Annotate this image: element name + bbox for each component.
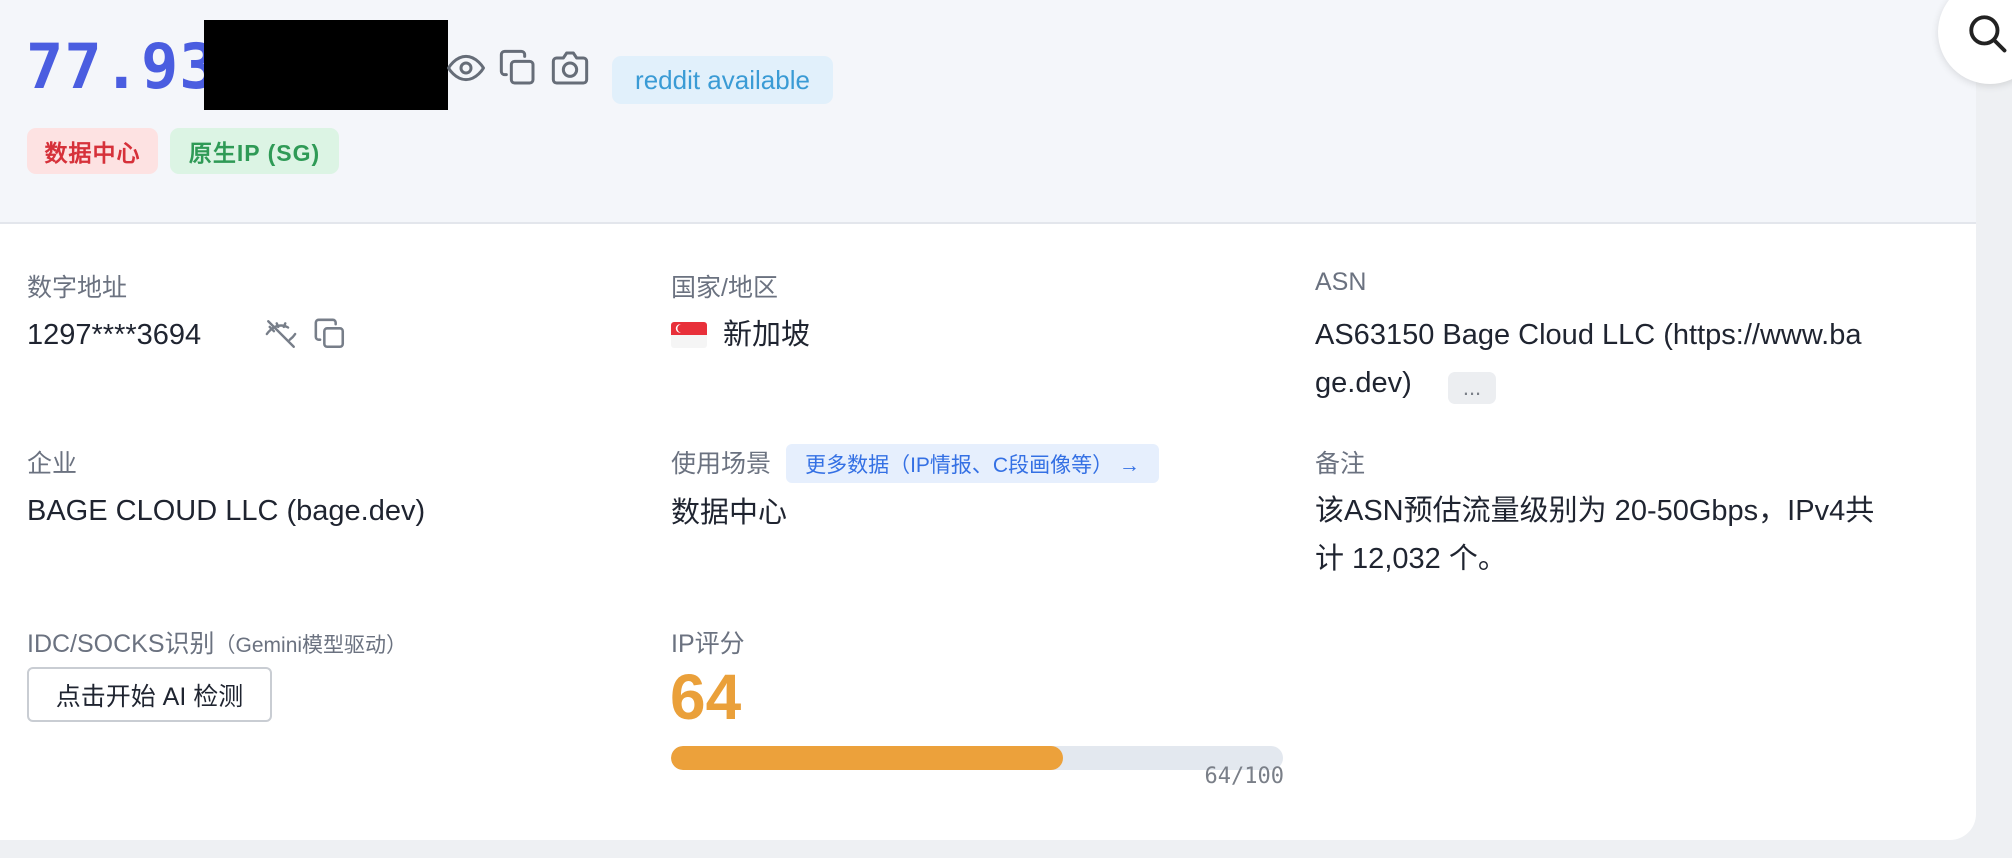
singapore-flag-icon xyxy=(671,322,707,348)
idc-label-sub: （Gemini模型驱动） xyxy=(214,634,408,657)
country-value: 新加坡 xyxy=(723,319,811,351)
card-header: 77.93 reddit available 数据中心 原生IP (SG) xyxy=(0,0,1976,224)
note-label: 备注 xyxy=(1315,450,1366,478)
search-icon xyxy=(1969,15,2007,53)
asn-value-line1: AS63150 Bage Cloud LLC (https://www.ba xyxy=(1315,319,1862,351)
asn-value-line2: ge.dev) xyxy=(1315,367,1412,399)
ip-score-value: 64 xyxy=(670,661,742,733)
copy-icon[interactable] xyxy=(498,48,538,88)
ip-score-label: IP评分 xyxy=(671,630,745,658)
note-value-line1: 该ASN预估流量级别为 20-50Gbps，IPv4共 xyxy=(1315,495,1875,527)
datacenter-tag: 数据中心 xyxy=(27,128,158,174)
company-value: BAGE CLOUD LLC (bage.dev) xyxy=(27,495,426,527)
native-ip-tag: 原生IP (SG) xyxy=(170,128,339,174)
company-label: 企业 xyxy=(27,450,78,478)
usage-value: 数据中心 xyxy=(671,497,788,529)
camera-icon[interactable] xyxy=(550,48,590,88)
score-progress-fill xyxy=(671,746,1063,770)
ip-address: 77.93 xyxy=(26,29,218,103)
usage-label: 使用场景 xyxy=(671,450,772,478)
idc-label-main: IDC/SOCKS识别 xyxy=(27,630,215,658)
asn-more-button[interactable]: ... xyxy=(1448,372,1496,404)
note-value-line2: 计 12,032 个。 xyxy=(1315,543,1507,575)
reddit-available-badge: reddit available xyxy=(612,56,833,104)
asn-label: ASN xyxy=(1315,268,1367,296)
ip-info-card: 77.93 reddit available 数据中心 原生IP (SG) 数字… xyxy=(0,0,1976,840)
redacted-ip-mask xyxy=(204,20,448,110)
ip-row: 77.93 xyxy=(26,20,218,112)
country-label: 国家/地区 xyxy=(671,274,778,302)
start-ai-detection-button[interactable]: 点击开始 AI 检测 xyxy=(27,667,272,722)
eye-icon[interactable] xyxy=(446,48,486,88)
numeric-address-label: 数字地址 xyxy=(27,274,128,302)
numeric-address-value: 1297****3694 xyxy=(27,319,202,351)
idc-label: IDC/SOCKS识别（Gemini模型驱动） xyxy=(27,624,407,660)
copy-icon[interactable] xyxy=(313,317,347,351)
score-progress-label: 64/100 xyxy=(1204,764,1284,789)
eye-off-icon[interactable] xyxy=(264,317,298,351)
more-data-link[interactable]: 更多数据（IP情报、C段画像等） → xyxy=(786,444,1159,483)
